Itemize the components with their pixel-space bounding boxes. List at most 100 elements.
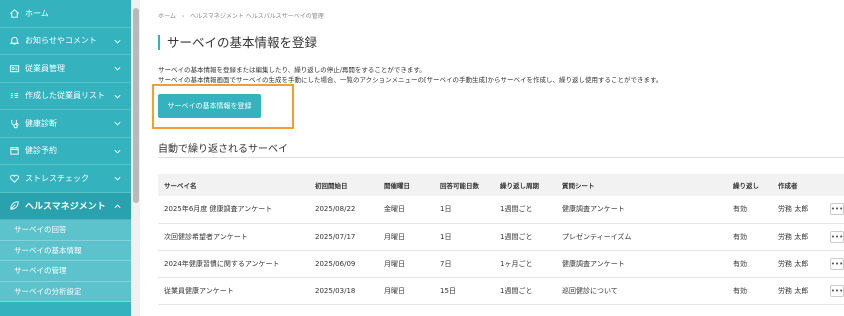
sidebar-subitem-survey-analysis[interactable]: サーベイの分析設定: [0, 281, 131, 302]
column-header-actions: [824, 174, 844, 196]
answer-days: 15日: [434, 277, 494, 305]
sidebar-item-label: 従業員管理: [25, 63, 65, 73]
table-row: 次回健診希望者アンケート 2025/07/17 月曜日 1日 1週間ごと プレゼ…: [158, 223, 844, 251]
weekday: 月曜日: [378, 277, 434, 305]
column-header: 作成者: [772, 174, 824, 196]
sidebar-item-employee-lists[interactable]: 作成した従業員リスト: [0, 83, 131, 110]
sidebar-item-notifications[interactable]: お知らせやコメント: [0, 28, 131, 55]
column-header: 初回開始日: [309, 174, 378, 196]
author: 労務 太郎: [772, 277, 824, 305]
register-survey-button[interactable]: サーベイの基本情報を登録: [158, 94, 261, 118]
breadcrumb-home[interactable]: ホーム: [158, 13, 176, 20]
sidebar-item-employees[interactable]: 従業員管理: [0, 55, 131, 83]
weekday: 金曜日: [378, 196, 434, 224]
weekday: 月曜日: [378, 250, 434, 278]
scrollbar-thumb[interactable]: [133, 8, 139, 203]
survey-name-link[interactable]: 従業員健康アンケート: [158, 277, 309, 305]
column-header: 回答可能日数: [434, 174, 494, 196]
app-root: ホーム お知らせやコメント 従業員管理 作成した従業員リスト 健康診断 健診予約…: [0, 0, 844, 316]
breadcrumb-separator: ›: [181, 13, 185, 20]
survey-table: サーベイ名 初回開始日 開催曜日 回答可能日数 繰り返し周期 質問シート 繰り返…: [158, 174, 844, 305]
sidebar-item-home[interactable]: ホーム: [0, 0, 131, 28]
weekday: 月曜日: [378, 223, 434, 251]
more-actions-button[interactable]: •••: [830, 257, 844, 270]
author: 労務 太郎: [772, 250, 824, 278]
bell-icon: [8, 35, 20, 47]
sidebar-item-label: ホーム: [25, 8, 49, 18]
chevron-down-icon: [114, 39, 121, 43]
sidebar-subitem-survey-basic-info[interactable]: サーベイの基本情報: [0, 240, 131, 261]
repeat-status: 有効: [727, 196, 772, 224]
question-sheet-link[interactable]: 健康調査アンケート: [556, 196, 727, 224]
section-title: 自動で繰り返されるサーベイ: [158, 144, 288, 155]
repeat-cycle: 1ヶ月ごと: [494, 250, 556, 278]
actions-cell: •••: [824, 223, 844, 251]
stethoscope-icon: [8, 117, 20, 129]
table-row: 従業員健康アンケート 2025/03/18 月曜日 15日 1週間ごと 巡回健診…: [158, 277, 844, 305]
question-sheet-link[interactable]: 巡回健診について: [556, 277, 727, 305]
repeat-status: 有効: [727, 223, 772, 251]
breadcrumb: ホーム › ヘルスマネジメント ヘルスパルスサーベイの管理: [158, 11, 328, 20]
repeat-status: 有効: [727, 250, 772, 278]
sidebar-item-health-checkup[interactable]: 健康診断: [0, 110, 131, 138]
people-list-icon: [8, 90, 20, 102]
sidebar-item-stress-check[interactable]: ストレスチェック: [0, 165, 131, 193]
column-header: 質問シート: [556, 174, 727, 196]
start-date: 2025/03/18: [309, 277, 378, 305]
section-divider: [158, 157, 844, 158]
chevron-up-icon: [114, 204, 121, 208]
start-date: 2025/07/17: [309, 223, 378, 251]
sidebar-item-label: 作成した従業員リスト: [25, 91, 105, 101]
more-actions-button[interactable]: •••: [830, 203, 844, 216]
more-actions-button[interactable]: •••: [830, 230, 844, 243]
repeat-cycle: 1週間ごと: [494, 223, 556, 251]
chevron-down-icon: [114, 121, 121, 126]
page-description: サーベイの基本情報を登録または編集したり、繰り返しの停止/再開をすることができま…: [158, 65, 662, 85]
leaf-icon: [8, 200, 20, 212]
start-date: 2025/08/22: [309, 196, 378, 224]
repeat-cycle: 1週間ごと: [494, 196, 556, 224]
sidebar-item-checkup-reservation[interactable]: 健診予約: [0, 138, 131, 165]
chevron-down-icon: [114, 94, 121, 98]
sidebar-item-label: ヘルスマネジメント: [25, 202, 106, 213]
repeat-cycle: 1週間ごと: [494, 277, 556, 305]
survey-name-link[interactable]: 2024年健康習慣に関するアンケート: [158, 250, 309, 278]
answer-days: 1日: [434, 196, 494, 224]
repeat-status: 有効: [727, 277, 772, 305]
heart-icon: [8, 172, 20, 184]
question-sheet-link[interactable]: プレゼンティーイズム: [556, 223, 727, 251]
chevron-down-icon: [114, 149, 121, 153]
answer-days: 7日: [434, 250, 494, 278]
table-header-row: サーベイ名 初回開始日 開催曜日 回答可能日数 繰り返し周期 質問シート 繰り返…: [158, 174, 844, 196]
chevron-down-icon: [114, 176, 121, 181]
author: 労務 太郎: [772, 196, 824, 224]
actions-cell: •••: [824, 277, 844, 305]
answer-days: 1日: [434, 223, 494, 251]
survey-name-link[interactable]: 次回健診希望者アンケート: [158, 223, 309, 251]
survey-name-link[interactable]: 2025年6月度 健康調査アンケート: [158, 196, 309, 224]
sidebar-subitem-survey-management[interactable]: サーベイの管理: [0, 261, 131, 282]
sidebar-item-label: 健康診断: [25, 118, 57, 128]
more-actions-button[interactable]: •••: [830, 284, 844, 297]
breadcrumb-current: ヘルスマネジメント ヘルスパルスサーベイの管理: [190, 13, 324, 20]
start-date: 2025/06/09: [309, 250, 378, 278]
sidebar-item-health-management[interactable]: ヘルスマネジメント: [0, 192, 131, 220]
question-sheet-link[interactable]: 健康調査アンケート: [556, 250, 727, 278]
actions-cell: •••: [824, 250, 844, 278]
main-content: ホーム › ヘルスマネジメント ヘルスパルスサーベイの管理 サーベイの基本情報を…: [140, 0, 844, 316]
calendar-icon: [8, 145, 20, 157]
home-icon: [8, 7, 20, 19]
description-line: サーベイの基本情報を登録または編集したり、繰り返しの停止/再開をすることができま…: [158, 66, 426, 74]
column-header: サーベイ名: [158, 174, 309, 196]
column-header: 繰り返し: [727, 174, 772, 196]
sidebar-item-label: ストレスチェック: [25, 173, 89, 183]
chevron-down-icon: [114, 66, 121, 71]
sidebar-item-label: お知らせやコメント: [25, 36, 97, 46]
column-header: 開催曜日: [378, 174, 434, 196]
column-header: 繰り返し周期: [494, 174, 556, 196]
sidebar: ホーム お知らせやコメント 従業員管理 作成した従業員リスト 健康診断 健診予約…: [0, 0, 131, 316]
sidebar-subitem-survey-answers[interactable]: サーベイの回答: [0, 220, 131, 241]
sidebar-item-label: 健診予約: [25, 146, 57, 156]
id-card-icon: [8, 62, 20, 74]
author: 労務 太郎: [772, 223, 824, 251]
